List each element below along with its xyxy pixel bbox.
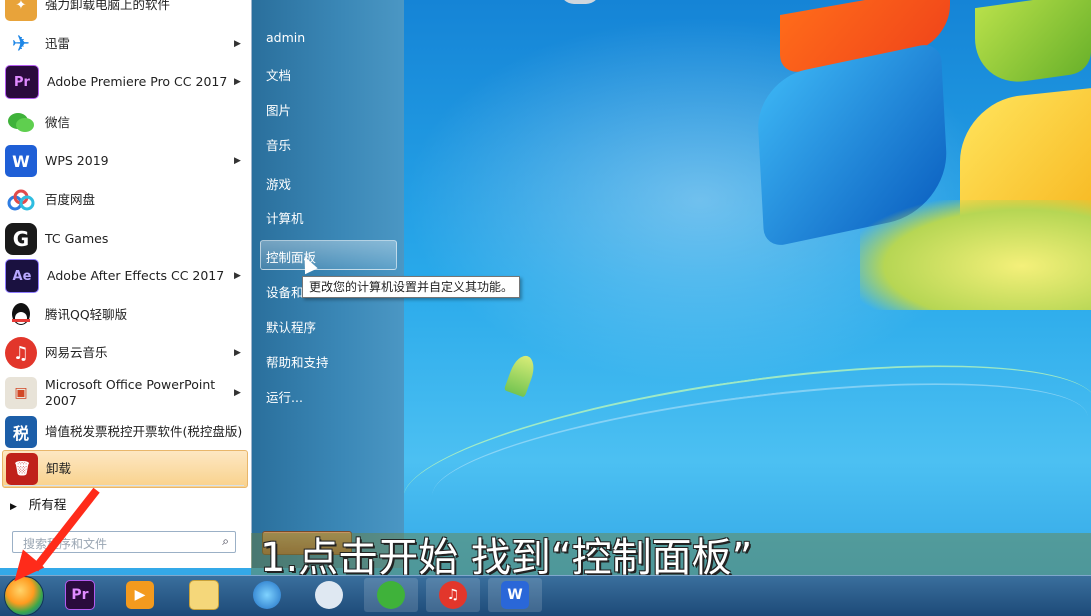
app-item-after-effects[interactable]: Ae Adobe After Effects CC 2017 ▶ (2, 257, 248, 295)
app-item-tax-invoice[interactable]: 税 增值税发票税控开票软件(税控盘版) (2, 412, 248, 452)
place-admin[interactable]: admin (266, 30, 305, 45)
app-item-tc-games[interactable]: G TC Games (2, 220, 248, 258)
place-music[interactable]: 音乐 (266, 135, 291, 154)
submenu-arrow-icon: ▶ (234, 348, 241, 358)
app-label: 百度网盘 (45, 192, 96, 207)
place-default-programs[interactable]: 默认程序 (266, 317, 316, 336)
submenu-arrow-icon: ▶ (234, 77, 241, 87)
netease-music-icon: ♫ (5, 337, 37, 369)
app-label: 增值税发票税控开票软件(税控盘版) (45, 424, 243, 439)
app-label: 网易云音乐 (45, 345, 108, 360)
app-item-wps[interactable]: W WPS 2019 ▶ (2, 142, 248, 180)
taskbar-browser[interactable] (240, 578, 294, 612)
premiere-icon: Pr (5, 65, 39, 99)
netease-music-icon: ♫ (439, 581, 467, 609)
submenu-arrow-icon: ▶ (234, 388, 241, 398)
expand-arrow-icon: ▶ (10, 502, 17, 512)
app-item-uninstaller[interactable]: ✦ 强力卸载电脑上的软件 (2, 0, 248, 24)
place-run[interactable]: 运行... (266, 387, 303, 406)
place-help[interactable]: 帮助和支持 (266, 352, 329, 371)
app-label: 微信 (45, 115, 71, 130)
app-label: Adobe Premiere Pro CC 2017 (47, 74, 228, 89)
uninstaller-icon: ✦ (5, 0, 37, 21)
app-item-qq[interactable]: 腾讯QQ轻聊版 (2, 296, 248, 334)
app-item-xunlei[interactable]: ✈ 迅雷 ▶ (2, 25, 248, 63)
app-label: WPS 2019 (45, 153, 109, 168)
media-player-icon: ▶ (126, 581, 154, 609)
submenu-arrow-icon: ▶ (234, 271, 241, 281)
after-effects-icon: Ae (5, 259, 39, 293)
taskbar-explorer[interactable] (177, 578, 231, 612)
premiere-icon: Pr (65, 580, 95, 610)
taskbar-wps[interactable]: W (488, 578, 542, 612)
control-panel-tooltip: 更改您的计算机设置并自定义其功能。 (302, 276, 521, 298)
app-label: 强力卸载电脑上的软件 (45, 0, 171, 12)
app-label: Adobe After Effects CC 2017 (47, 268, 225, 283)
tc-games-icon: G (5, 223, 37, 255)
taskbar-baidu-netdisk[interactable] (302, 578, 356, 612)
place-computer[interactable]: 计算机 (266, 208, 304, 227)
app-item-premiere[interactable]: Pr Adobe Premiere Pro CC 2017 ▶ (2, 63, 248, 101)
app-label: Microsoft Office PowerPoint 2007 (45, 377, 216, 408)
xunlei-icon: ✈ (5, 28, 37, 60)
submenu-arrow-icon: ▶ (234, 156, 241, 166)
baidu-netdisk-icon (5, 184, 37, 216)
folder-icon (189, 580, 219, 610)
place-games[interactable]: 游戏 (266, 174, 291, 193)
windows-logo-green-pane (975, 0, 1091, 89)
app-item-powerpoint[interactable]: ▣ Microsoft Office PowerPoint 2007 ▶ (2, 373, 248, 413)
wechat-icon (377, 581, 405, 609)
powerpoint-icon: ▣ (5, 377, 37, 409)
taskbar-premiere[interactable]: Pr (53, 578, 107, 612)
taskbar-wechat[interactable] (364, 578, 418, 612)
app-label: TC Games (45, 231, 109, 246)
app-label: 腾讯QQ轻聊版 (45, 307, 128, 322)
app-item-uninstall[interactable]: 🗑 卸载 (2, 450, 248, 488)
wallpaper-grass (860, 200, 1091, 310)
all-programs-label: 所有程 (28, 497, 67, 512)
start-menu-programs-pane: ✦ 强力卸载电脑上的软件 ✈ 迅雷 ▶ Pr Adobe Premiere Pr… (0, 0, 252, 568)
taskbar-netease-music[interactable]: ♫ (426, 578, 480, 612)
search-icon: ⌕ (222, 534, 229, 548)
app-item-wechat[interactable]: 微信 (2, 104, 248, 142)
divider (4, 485, 244, 486)
browser-icon (253, 581, 281, 609)
baidu-netdisk-icon (315, 581, 343, 609)
taskbar-media-player[interactable]: ▶ (113, 578, 167, 612)
wallpaper-leaf (503, 352, 539, 398)
app-item-baidu-netdisk[interactable]: 百度网盘 (2, 181, 248, 219)
wechat-icon (5, 107, 37, 139)
search-placeholder: 搜索程序和文件 (23, 537, 108, 551)
tax-invoice-icon: 税 (5, 416, 37, 448)
app-label: 迅雷 (45, 36, 71, 51)
uninstall-icon: 🗑 (6, 453, 38, 485)
submenu-arrow-icon: ▶ (234, 39, 241, 49)
place-pictures[interactable]: 图片 (266, 100, 291, 119)
wps-icon: W (501, 581, 529, 609)
app-label: 卸载 (46, 461, 72, 476)
place-control-panel[interactable]: 控制面板 (260, 240, 397, 270)
place-devices[interactable]: 设备和 (266, 282, 304, 301)
qq-icon (5, 299, 37, 331)
place-documents[interactable]: 文档 (266, 65, 291, 84)
wps-icon: W (5, 145, 37, 177)
app-item-netease-music[interactable]: ♫ 网易云音乐 ▶ (2, 334, 248, 372)
all-programs-button[interactable]: ▶ 所有程 (10, 494, 66, 513)
